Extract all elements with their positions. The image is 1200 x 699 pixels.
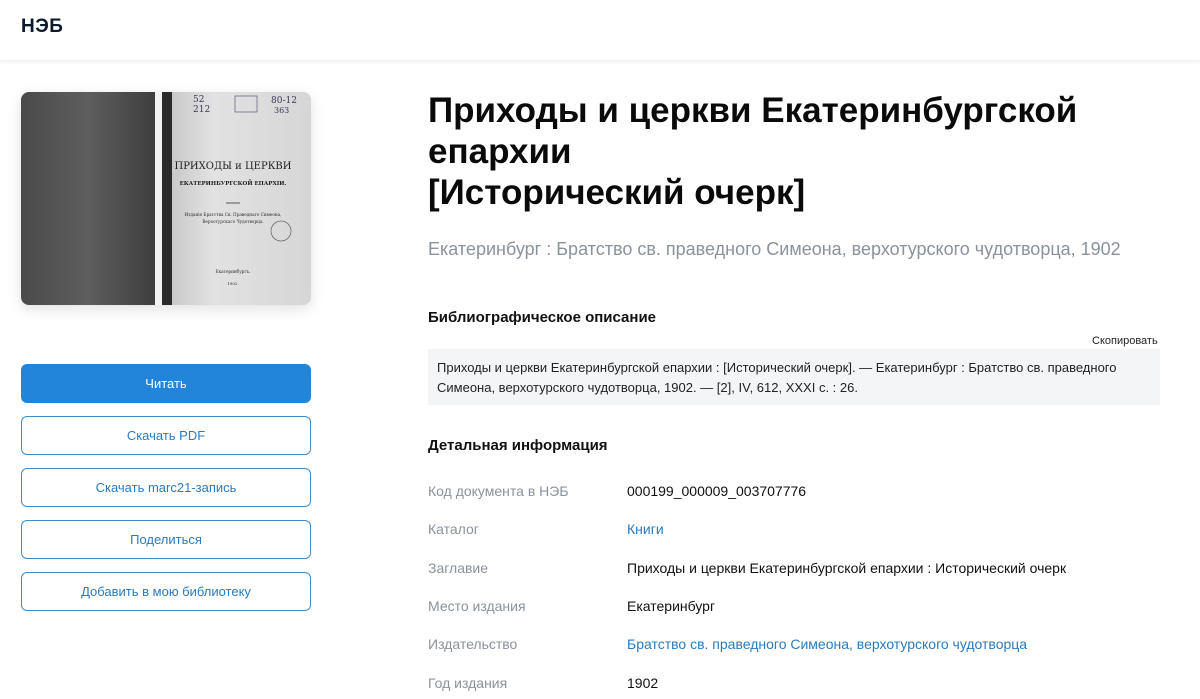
book-title-line-2: епархии <box>428 132 572 171</box>
download-pdf-button[interactable]: Скачать PDF <box>21 416 311 455</box>
detail-label-place: Место издания <box>428 598 526 614</box>
detail-label-catalog: Каталог <box>428 521 479 537</box>
cover-title-line-2: ЕКАТЕРИНБУРГСКОЙ ЕПАРХІИ. <box>180 179 287 187</box>
cover-handwritten-mark-4: 363 <box>274 106 289 115</box>
cover-city: Екатеринбургъ. <box>215 269 250 274</box>
book-title: Приходы и церкви Екатеринбургской епархи… <box>428 90 1168 213</box>
cover-spine-shadow <box>162 92 172 305</box>
detail-label-publisher: Издательство <box>428 636 518 652</box>
cover-title-line-1: ПРИХОДЫ и ЦЕРКВИ <box>174 161 291 172</box>
cover-publisher-line-2: Верхотурскаго Чудотворца. <box>202 219 263 224</box>
book-title-line-3: [Исторический очерк] <box>428 173 806 212</box>
detail-label-year: Год издания <box>428 675 508 691</box>
detail-value-place: Екатеринбург <box>627 598 716 614</box>
detail-value-doc-code: 000199_000009_003707776 <box>627 483 807 499</box>
read-button[interactable]: Читать <box>21 364 311 403</box>
cover-handwritten-mark-3: 80-12 <box>271 96 297 106</box>
cover-year: 1902. <box>227 281 238 286</box>
cover-left-page <box>21 92 155 305</box>
download-marc21-button[interactable]: Скачать marc21-запись <box>21 468 311 507</box>
detail-value-title: Приходы и церкви Екатеринбургской епархи… <box>627 560 1067 576</box>
cover-handwritten-mark-2: 212 <box>193 105 210 115</box>
detail-label-title: Заглавие <box>428 560 489 576</box>
detail-value-year: 1902 <box>627 675 659 691</box>
cover-handwritten-mark-1: 52 <box>193 95 204 105</box>
details-heading: Детальная информация <box>428 437 608 454</box>
copy-button[interactable]: Скопировать <box>1092 335 1158 347</box>
neb-logo[interactable]: НЭБ <box>21 16 63 38</box>
bibliographic-description: Приходы и церкви Екатеринбургской епархи… <box>428 349 1160 405</box>
bibliographic-text-line-1: Приходы и церкви Екатеринбургской епархи… <box>437 360 1117 375</box>
add-to-library-button[interactable]: Добавить в мою библиотеку <box>21 572 311 611</box>
bibliographic-heading: Библиографическое описание <box>428 309 657 326</box>
detail-value-catalog-link[interactable]: Книги <box>627 521 664 537</box>
book-title-line-1: Приходы и церкви Екатеринбургской <box>428 91 1078 130</box>
book-cover-image: 52 212 80-12 363 ПРИХОДЫ и ЦЕРКВИ ЕКАТЕР… <box>21 92 311 305</box>
cover-spine <box>155 92 162 305</box>
top-header: НЭБ <box>0 0 1200 61</box>
detail-value-publisher-link[interactable]: Братство св. праведного Симеона, верхоту… <box>627 636 1027 652</box>
bibliographic-text-line-2: Симеона, верхотурского чудотворца, 1902.… <box>437 380 858 395</box>
share-button[interactable]: Поделиться <box>21 520 311 559</box>
book-cover-scan: 52 212 80-12 363 ПРИХОДЫ и ЦЕРКВИ ЕКАТЕР… <box>21 92 311 305</box>
detail-label-doc-code: Код документа в НЭБ <box>428 483 569 499</box>
cover-publisher-line-1: Изданіе Братства Св. Праведнаго Симеона, <box>184 212 281 217</box>
publication-info: Екатеринбург : Братство св. праведного С… <box>428 239 1121 259</box>
